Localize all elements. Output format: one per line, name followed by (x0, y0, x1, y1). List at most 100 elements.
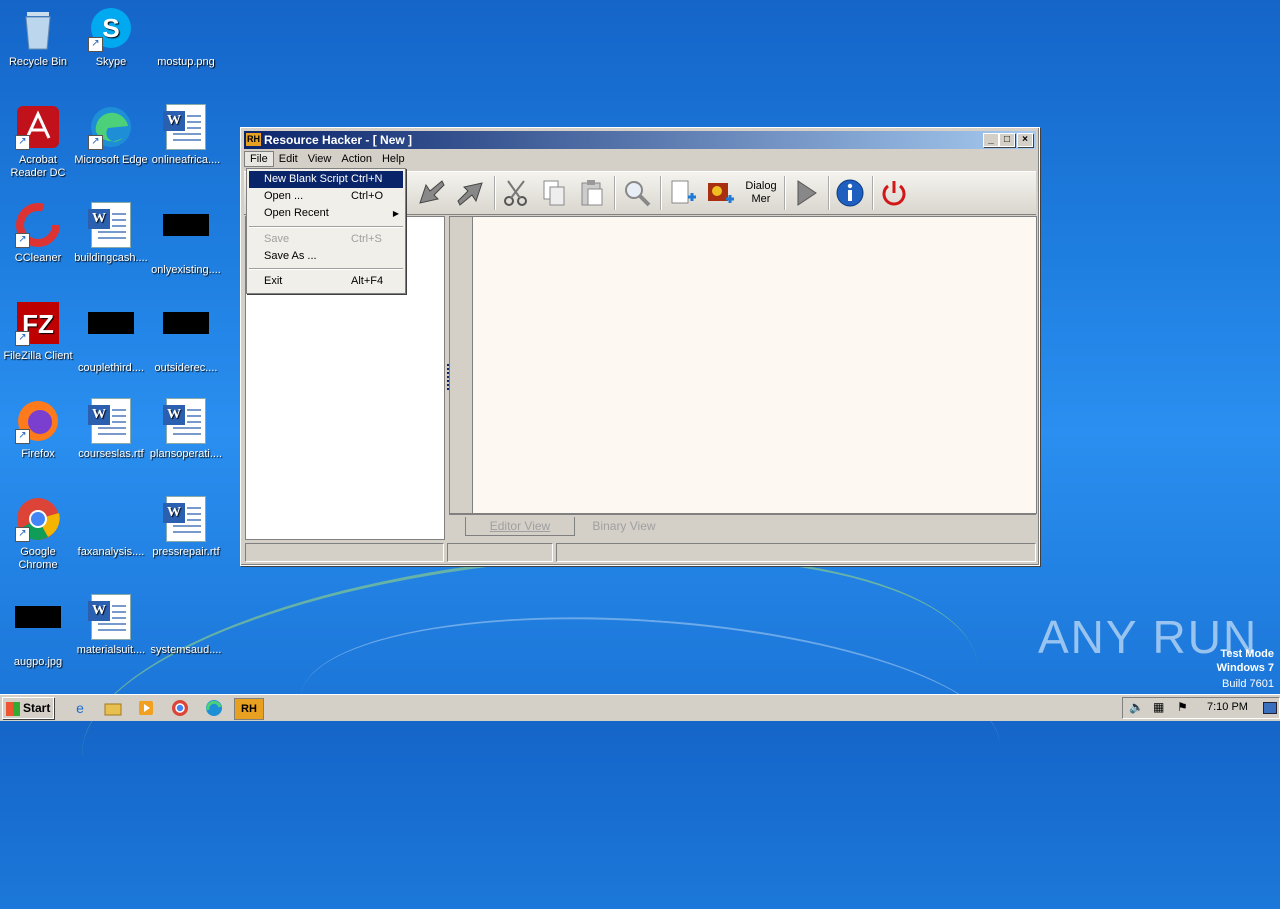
desktop-icon-ccleaner[interactable]: ↗ CCleaner (0, 202, 76, 265)
edge-taskbar-icon[interactable] (204, 698, 224, 718)
app-icon: RH (246, 133, 261, 146)
recycle-bin-icon (15, 6, 61, 52)
desktop-icon-recycle-bin[interactable]: Recycle Bin (0, 6, 76, 69)
desktop-icon-augpo[interactable]: augpo.jpg (0, 594, 76, 669)
file-icon (88, 312, 134, 358)
menu-separator (249, 268, 403, 270)
view-tabs: Editor View Binary View (449, 514, 1036, 539)
desktop-icon-pressrepair[interactable]: pressrepair.rtf (148, 496, 224, 559)
clock[interactable]: 7:10 PM (1207, 701, 1248, 713)
menu-separator (249, 226, 403, 228)
desktop-icon-couplethird[interactable]: couplethird.... (73, 300, 149, 375)
search-icon[interactable] (621, 177, 653, 209)
firefox-icon: ↗ (15, 398, 61, 444)
menu-item-save[interactable]: Save Ctrl+S (249, 231, 403, 248)
desktop-icon-systemsaud[interactable]: systemsaud.... (148, 594, 224, 657)
file-explorer-icon[interactable] (103, 698, 123, 718)
toolbar-separator (828, 176, 830, 210)
network-icon[interactable]: ▦ (1153, 700, 1164, 714)
start-button[interactable]: Start (2, 697, 54, 719)
action-center-flag-icon[interactable]: ⚑ (1177, 700, 1188, 714)
word-document-icon (88, 202, 134, 248)
paste-icon[interactable] (576, 177, 608, 209)
desktop-icon-acrobat[interactable]: ↗ Acrobat Reader DC (0, 104, 76, 180)
test-mode-label: Test Mode (1220, 648, 1274, 660)
toolbar-separator (784, 176, 786, 210)
menu-item-save-as[interactable]: Save As ... (249, 248, 403, 265)
image-file-icon (163, 6, 209, 52)
speaker-icon[interactable]: 🔈 (1129, 700, 1144, 714)
minimize-button[interactable]: _ (983, 133, 999, 147)
desktop-icon-filezilla[interactable]: FZ ↗ FileZilla Client (0, 300, 76, 363)
desktop-icon-mostup[interactable]: mostup.png (148, 6, 224, 69)
chrome-taskbar-icon[interactable] (170, 698, 190, 718)
dialog-merge-button[interactable]: Dialog Mer (742, 177, 780, 209)
taskbar: Start e RH 🔈 ▦ ⚑ 7:10 PM (0, 694, 1280, 721)
title-bar[interactable]: RH Resource Hacker - [ New ] _ □ × (244, 131, 1036, 149)
filezilla-icon: FZ ↗ (15, 300, 61, 346)
internet-explorer-icon[interactable]: e (70, 698, 90, 718)
power-icon[interactable] (878, 177, 910, 209)
desktop-icon-courseslas[interactable]: courseslas.rtf (73, 398, 149, 461)
close-button[interactable]: × (1017, 133, 1033, 147)
ccleaner-icon: ↗ (15, 202, 61, 248)
word-document-icon (163, 398, 209, 444)
menu-file[interactable]: File (244, 151, 274, 167)
desktop-icon-outsiderec[interactable]: outsiderec.... (148, 300, 224, 375)
desktop-icon-skype[interactable]: S ↗ Skype (73, 6, 149, 69)
script-editor[interactable] (472, 216, 1037, 514)
desktop-icon-buildingcash[interactable]: buildingcash.... (73, 202, 149, 265)
word-document-icon (163, 104, 209, 150)
toolbar-separator (494, 176, 496, 210)
word-document-icon (163, 496, 209, 542)
resource-hacker-taskbar-button[interactable]: RH (234, 698, 264, 720)
edge-icon: ↗ (88, 104, 134, 150)
desktop-icon-onlyexisting[interactable]: onlyexisting.... (148, 202, 224, 277)
tab-binary-view[interactable]: Binary View (579, 517, 669, 535)
status-cell (245, 543, 444, 562)
windows-version-label: Windows 7 (1216, 662, 1274, 674)
submenu-arrow-icon: ▶ (392, 209, 399, 218)
merge-label: Mer (751, 193, 771, 205)
menu-action[interactable]: Action (336, 152, 377, 166)
maximize-button[interactable]: □ (999, 133, 1015, 147)
desktop-icon-firefox[interactable]: ↗ Firefox (0, 398, 76, 461)
dialog-label: Dialog (745, 180, 777, 192)
copy-icon[interactable] (538, 177, 570, 209)
show-desktop-icon[interactable] (1263, 702, 1277, 714)
status-cell (447, 543, 553, 562)
add-image-icon[interactable] (704, 177, 736, 209)
desktop-icon-chrome[interactable]: ↗ Google Chrome (0, 496, 76, 572)
play-icon[interactable] (790, 177, 822, 209)
menu-edit[interactable]: Edit (274, 152, 303, 166)
menu-item-new-blank-script[interactable]: New Blank Script Ctrl+N (249, 171, 403, 188)
desktop-icon-materialsuit[interactable]: materialsuit.... (73, 594, 149, 657)
svg-text:S: S (102, 13, 119, 43)
status-cell (556, 543, 1036, 562)
tab-editor-view[interactable]: Editor View (465, 517, 575, 536)
desktop-icon-onlineafrica[interactable]: onlineafrica.... (148, 104, 224, 167)
build-label: Build 7601 (1222, 678, 1274, 690)
toolbar-separator (614, 176, 616, 210)
forward-arrow-icon[interactable] (454, 177, 486, 209)
image-file-icon (15, 606, 61, 652)
desktop-icon-faxanalysis[interactable]: faxanalysis.... (73, 496, 149, 559)
file-icon (88, 496, 134, 542)
desktop-icon-edge[interactable]: ↗ Microsoft Edge (73, 104, 149, 167)
desktop-icon-plansoperati[interactable]: plansoperati.... (148, 398, 224, 461)
media-player-icon[interactable] (136, 698, 156, 718)
menu-item-open-recent[interactable]: Open Recent ▶ (249, 205, 403, 222)
info-icon[interactable] (834, 177, 866, 209)
menu-item-exit[interactable]: Exit Alt+F4 (249, 273, 403, 290)
back-arrow-icon[interactable] (416, 177, 448, 209)
add-resource-icon[interactable] (666, 177, 698, 209)
menu-bar: File Edit View Action Help (244, 151, 1036, 169)
acrobat-icon: ↗ (15, 104, 61, 150)
word-document-icon (88, 398, 134, 444)
menu-item-open[interactable]: Open ... Ctrl+O (249, 188, 403, 205)
menu-view[interactable]: View (303, 152, 337, 166)
cut-icon[interactable] (500, 177, 532, 209)
menu-help[interactable]: Help (377, 152, 410, 166)
file-icon (163, 312, 209, 358)
system-tray: 🔈 ▦ ⚑ 7:10 PM (1122, 697, 1280, 719)
